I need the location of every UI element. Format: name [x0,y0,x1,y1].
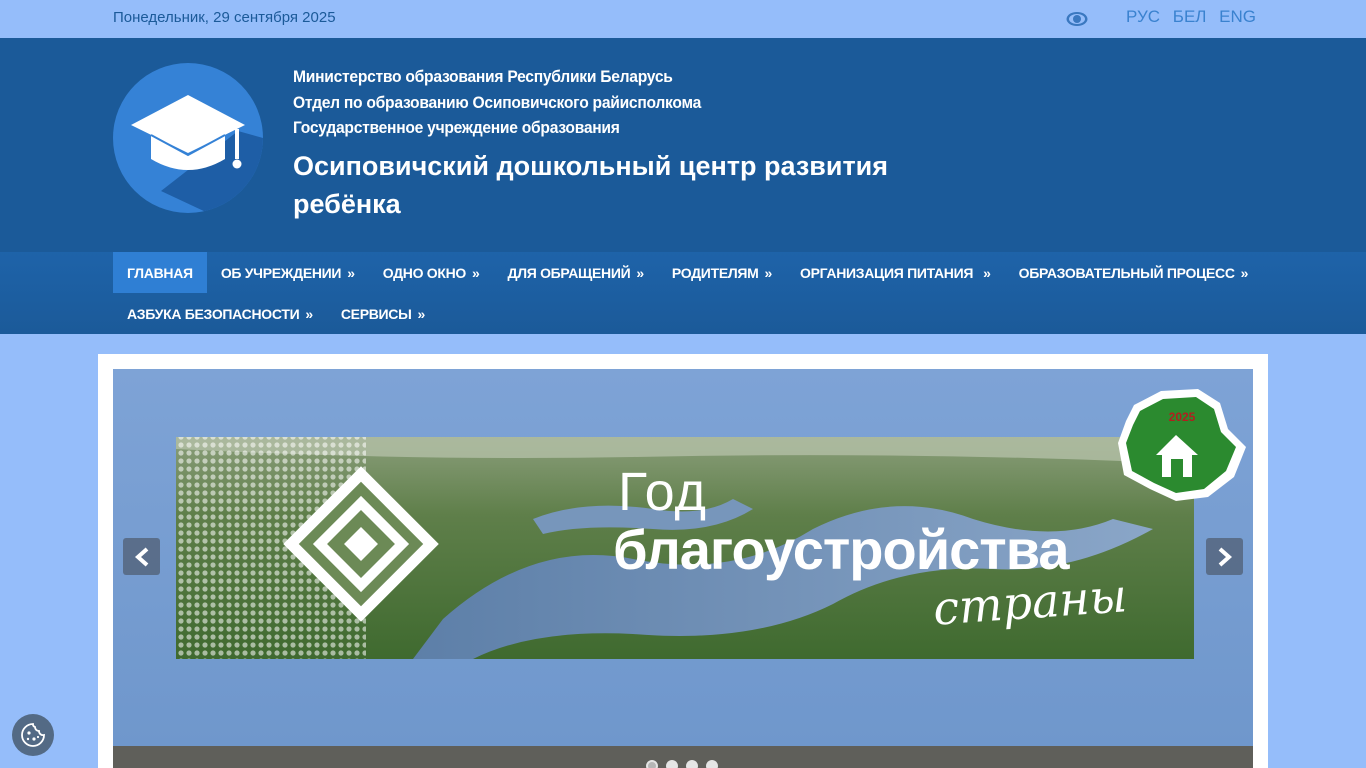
site-header: Министерство образования Республики Бела… [0,38,1366,252]
banner-main-word: благоустройства [613,518,1070,581]
department-line: Отдел по образованию Осиповичского райис… [293,92,701,112]
nav-label: ОБРАЗОВАТЕЛЬНЫЙ ПРОЦЕСС [1018,264,1235,281]
submenu-arrow-icon: » [1240,264,1249,281]
nav-item-about[interactable]: ОБ УЧРЕЖДЕНИИ » [207,252,369,293]
slider-dot-3[interactable] [686,760,698,768]
badge-year: 2025 [1169,410,1196,424]
submenu-arrow-icon: » [472,264,480,281]
top-bar: Понедельник, 29 сентября 2025 РУС БЕЛ EN… [0,0,1366,38]
slider-dot-1[interactable] [646,760,658,768]
nav-label: АЗБУКА БЕЗОПАСНОСТИ [127,305,300,322]
header-titles: Министерство образования Республики Бела… [293,64,913,223]
nav-label: ОРГАНИЗАЦИЯ ПИТАНИЯ [800,264,974,281]
submenu-arrow-icon: » [417,305,426,322]
language-switcher: РУС БЕЛ ENG [1126,7,1256,27]
nav-row-2: АЗБУКА БЕЗОПАСНОСТИ » СЕРВИСЫ » [113,293,439,334]
chevron-left-icon [134,547,148,566]
lang-bel[interactable]: БЕЛ [1173,7,1207,26]
nav-item-services[interactable]: СЕРВИСЫ » [327,293,439,334]
submenu-arrow-icon: » [764,264,773,281]
nav-item-education-process[interactable]: ОБРАЗОВАТЕЛЬНЫЙ ПРОЦЕСС » [1005,252,1263,293]
nav-label: РОДИТЕЛЯМ [671,264,759,281]
current-date: Понедельник, 29 сентября 2025 [113,9,336,26]
nav-item-one-window[interactable]: ОДНО ОКНО » [369,252,494,293]
cookie-icon [21,723,45,747]
nav-item-safety[interactable]: АЗБУКА БЕЗОПАСНОСТИ » [113,293,327,334]
nav-item-parents[interactable]: РОДИТЕЛЯМ » [658,252,786,293]
slider-image[interactable]: Год благоустройства страны 2025 [113,369,1253,746]
slider-dot-2[interactable] [666,760,678,768]
submenu-arrow-icon: » [983,264,991,281]
main-navigation: ГЛАВНАЯ ОБ УЧРЕЖДЕНИИ » ОДНО ОКНО » ДЛЯ ОБ… [0,252,1366,334]
chevron-right-icon [1218,547,1232,566]
submenu-arrow-icon: » [636,264,644,281]
nav-label: ОБ УЧРЕЖДЕНИИ [220,264,342,281]
nav-item-appeals[interactable]: ДЛЯ ОБРАЩЕНИЙ » [494,252,658,293]
nav-label: ДЛЯ ОБРАЩЕНИЙ [507,264,631,281]
slider-prev-button[interactable] [123,538,160,575]
institution-type-line: Государственное учреждение образования [293,118,620,137]
submenu-arrow-icon: » [347,264,355,281]
slider-next-button[interactable] [1206,538,1243,575]
cookie-settings-button[interactable] [12,714,54,756]
lang-eng[interactable]: ENG [1219,7,1256,26]
nav-label: СЕРВИСЫ [340,305,412,322]
nav-item-home[interactable]: ГЛАВНАЯ [113,252,207,293]
nav-label: ОДНО ОКНО [382,264,467,281]
slider-pagination [646,760,718,768]
slider-dot-4[interactable] [706,760,718,768]
year-badge: 2025 [1118,389,1246,501]
submenu-arrow-icon: » [305,305,313,322]
ministry-line: Министерство образования Республики Бела… [293,67,673,86]
banner-year-word: Год [618,462,707,522]
eye-icon[interactable] [1066,9,1088,29]
graduation-cap-icon[interactable] [113,63,263,213]
lang-rus[interactable]: РУС [1126,7,1160,26]
nav-item-catering[interactable]: ОРГАНИЗАЦИЯ ПИТАНИЯ » [786,252,1005,293]
site-title[interactable]: Осиповичский дошкольный центр развития р… [293,147,913,223]
nav-row-1: ГЛАВНАЯ ОБ УЧРЕЖДЕНИИ » ОДНО ОКНО » ДЛЯ ОБ… [113,252,1262,293]
nav-label: ГЛАВНАЯ [127,264,193,281]
